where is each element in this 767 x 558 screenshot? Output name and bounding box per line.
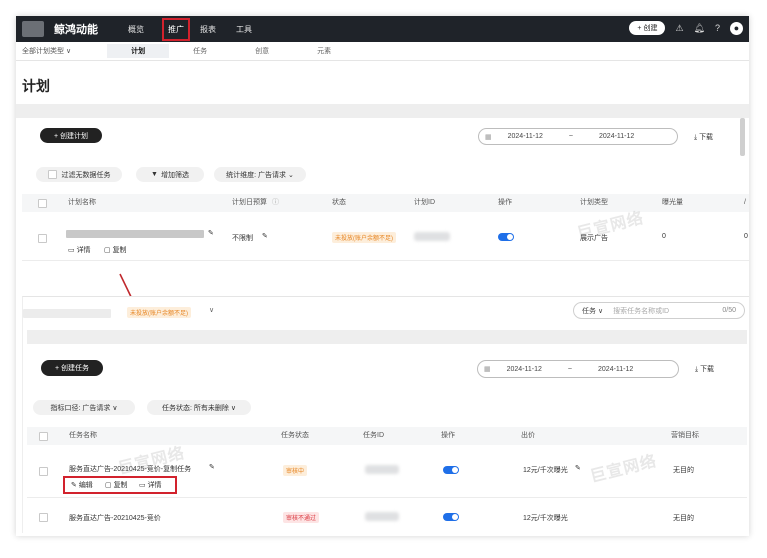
select-all-checkbox[interactable] xyxy=(39,432,48,441)
watermark: 巨宣网络 xyxy=(588,452,659,486)
col-task-action: 操作 xyxy=(441,432,455,439)
edit-bid-icon[interactable]: ✎ xyxy=(575,464,581,472)
task-download-label: 下载 xyxy=(700,366,715,373)
task-status-tag: 审核中 xyxy=(283,465,308,476)
metric-select[interactable]: 指标口径: 广告请求 ∨ xyxy=(33,400,135,415)
col-task-id: 任务ID xyxy=(363,432,384,439)
create-task-button[interactable]: + 创建任务 xyxy=(41,360,103,376)
col-goal: 营销目标 xyxy=(671,432,699,439)
download-icon: ⤓ xyxy=(695,366,699,373)
plan-title-redacted xyxy=(23,309,111,318)
task-table-header: 任务名称 任务状态 任务ID 操作 出价 营销目标 xyxy=(27,427,747,445)
panel-status-tag: 未投放(账户余额不足) xyxy=(127,307,191,318)
task-status-select[interactable]: 任务状态: 所有未删除 ∨ xyxy=(147,400,251,415)
task-status-tag: 审核不通过 xyxy=(283,512,320,523)
task-download-button[interactable]: ⤓ 下载 xyxy=(695,364,714,374)
task-date-separator: ~ xyxy=(567,365,573,373)
panel-expand-caret[interactable]: ∨ xyxy=(209,306,214,314)
task-toggle[interactable] xyxy=(443,466,459,474)
task-date-end: 2024-11-12 xyxy=(598,365,634,373)
search-scope-select[interactable]: 任务 ∨ xyxy=(582,306,603,316)
calendar-icon: ▦ xyxy=(484,366,491,373)
col-task-status: 任务状态 xyxy=(281,432,309,439)
row-checkbox[interactable] xyxy=(39,467,48,476)
col-task-name: 任务名称 xyxy=(69,432,97,439)
task-bid: 12元/千次曝光 xyxy=(523,515,568,522)
col-bid: 出价 xyxy=(521,432,535,439)
row-divider xyxy=(27,497,747,498)
task-date-range[interactable]: ▦ 2024-11-12 ~ 2024-11-12 xyxy=(477,360,679,378)
task-goal: 无目的 xyxy=(673,467,694,474)
panel-band xyxy=(27,330,747,344)
task-detail-panel: 未投放(账户余额不足) ∨ 任务 ∨ 搜索任务名称或ID 0/50 + 创建任务… xyxy=(22,296,749,533)
task-toggle[interactable] xyxy=(443,513,459,521)
task-date-start: 2024-11-12 xyxy=(506,365,542,373)
search-input[interactable]: 搜索任务名称或ID xyxy=(613,306,722,316)
search-counter: 0/50 xyxy=(722,307,736,314)
task-goal: 无目的 xyxy=(673,515,694,522)
task-bid: 12元/千次曝光 xyxy=(523,467,568,474)
task-id-redacted xyxy=(365,512,399,521)
row-checkbox[interactable] xyxy=(39,513,48,522)
app-window: 鲸鸿动能 概览 推广 报表 工具 + 创建 ⚠ 🔔︎ ? ● 全部计划类型 ∨ … xyxy=(16,16,749,536)
task-name[interactable]: 服务直达广告-20210425-竞价 xyxy=(69,513,161,523)
task-id-redacted xyxy=(365,465,399,474)
edit-icon[interactable]: ✎ xyxy=(209,463,215,471)
task-search[interactable]: 任务 ∨ 搜索任务名称或ID 0/50 xyxy=(573,302,745,319)
